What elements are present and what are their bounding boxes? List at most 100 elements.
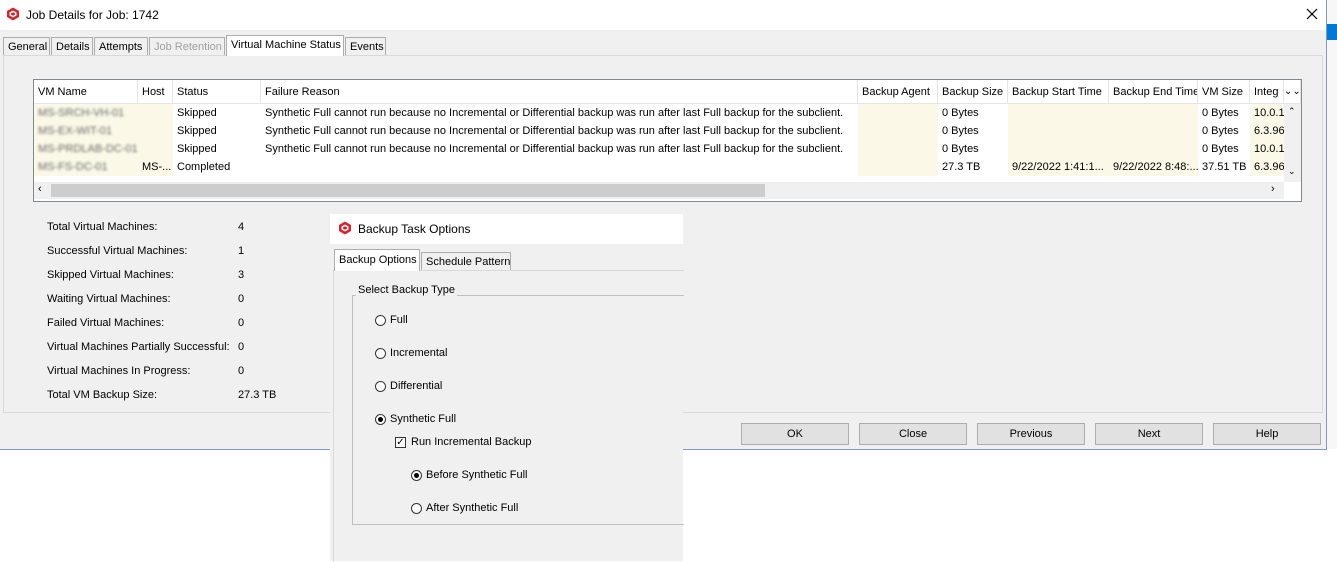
close-button[interactable]: Close xyxy=(859,423,967,445)
tab-backup-options[interactable]: Backup Options xyxy=(334,249,420,271)
scroll-left-icon[interactable]: ‹ xyxy=(38,183,42,195)
tab-label: Schedule Pattern xyxy=(426,256,511,268)
vertical-scrollbar[interactable]: ⌃ ⌄ xyxy=(1284,104,1301,182)
cell-integ: 10.0.1 xyxy=(1254,143,1284,155)
column-header-backup-end-time[interactable]: Backup End Time xyxy=(1109,80,1198,104)
column-header-status[interactable]: Status xyxy=(173,80,261,104)
cell-end-time: 9/22/2022 8:48:... xyxy=(1113,161,1198,173)
cell-backup-agent xyxy=(858,122,938,140)
cell-start-time: 9/22/2022 1:41:1... xyxy=(1012,161,1104,173)
summary-value: 3 xyxy=(238,269,245,281)
summary-value: 0 xyxy=(238,341,245,353)
cell-vm-size: 0 Bytes xyxy=(1198,122,1250,140)
table-row[interactable]: MS-EX-WIT-01 Skipped Synthetic Full cann… xyxy=(34,122,1284,140)
tab-label: Attempts xyxy=(99,41,143,53)
tab-label: Details xyxy=(56,41,90,53)
summary-label: Failed Virtual Machines: xyxy=(47,317,165,329)
summary-label: Virtual Machines Partially Successful: xyxy=(47,341,230,353)
radio-button[interactable] xyxy=(375,381,386,392)
cell-end-time xyxy=(1109,104,1198,122)
cell-backup-size: 0 Bytes xyxy=(938,104,1008,122)
checkbox-checked-icon[interactable]: ✓ xyxy=(395,437,406,448)
commvault-logo-icon xyxy=(339,221,351,235)
cell-backup-agent xyxy=(858,104,938,122)
column-header-vm-name[interactable]: VM Name xyxy=(34,80,138,104)
summary-value: 27.3 TB xyxy=(238,389,277,401)
radio-button[interactable] xyxy=(411,503,422,514)
radio-button[interactable] xyxy=(375,414,386,425)
tab-attempts[interactable]: Attempts xyxy=(94,37,148,55)
summary-value: 0 xyxy=(238,365,245,377)
cell-host xyxy=(138,104,173,122)
column-header-failure-reason[interactable]: Failure Reason xyxy=(261,80,858,104)
radio-label: Full xyxy=(390,314,408,326)
summary-value: 0 xyxy=(238,293,245,305)
column-header-backup-size[interactable]: Backup Size xyxy=(938,80,1008,104)
cell-end-time xyxy=(1109,140,1198,158)
tab-virtual-machine-status[interactable]: Virtual Machine Status xyxy=(226,35,344,56)
column-header-host[interactable]: Host xyxy=(138,80,173,104)
cell-status: Skipped xyxy=(173,122,261,140)
background-selection-edge xyxy=(1327,24,1337,40)
vm-status-table: VM Name Host Status Failure Reason Backu… xyxy=(33,79,1302,202)
cell-vm-name: MS-SRCH-VH-01 xyxy=(38,107,125,119)
table-row[interactable]: MS-SRCH-VH-01 Skipped Synthetic Full can… xyxy=(34,104,1284,122)
tab-events[interactable]: Events xyxy=(345,37,386,55)
radio-label: After Synthetic Full xyxy=(426,502,519,514)
ok-button[interactable]: OK xyxy=(741,423,849,445)
tab-label: Backup Options xyxy=(339,254,417,266)
next-button[interactable]: Next xyxy=(1095,423,1203,445)
radio-label: Synthetic Full xyxy=(390,413,457,425)
column-header-backup-agent[interactable]: Backup Agent xyxy=(858,80,938,104)
tab-job-retention: Job Retention xyxy=(149,37,225,55)
column-header-vm-size[interactable]: VM Size xyxy=(1198,80,1250,104)
close-icon xyxy=(1306,8,1318,20)
horizontal-scrollbar[interactable]: ‹ › xyxy=(34,182,1284,199)
cell-backup-size: 0 Bytes xyxy=(938,122,1008,140)
cell-end-time xyxy=(1109,122,1198,140)
table-row[interactable]: MS-PRDLAB-DC-01 Skipped Synthetic Full c… xyxy=(34,140,1284,158)
radio-button[interactable] xyxy=(411,470,422,481)
radio-label: Differential xyxy=(390,380,443,392)
tab-label: Events xyxy=(350,41,384,53)
cell-vm-size: 0 Bytes xyxy=(1198,104,1250,122)
title-bar: Job Details for Job: 1742 xyxy=(0,0,1326,30)
summary-label: Total Virtual Machines: xyxy=(47,221,158,233)
cell-vm-name: MS-FS-DC-01 xyxy=(38,161,108,173)
commvault-logo-icon xyxy=(7,7,19,21)
help-button[interactable]: Help xyxy=(1213,423,1321,445)
dialog-title: Backup Task Options xyxy=(358,222,471,236)
column-header-backup-start-time[interactable]: Backup Start Time xyxy=(1008,80,1109,104)
cell-vm-name: MS-EX-WIT-01 xyxy=(38,125,112,137)
tab-label: Virtual Machine Status xyxy=(231,39,341,51)
cell-integ: 6.3.96 xyxy=(1254,161,1284,173)
radio-button[interactable] xyxy=(375,348,386,359)
cell-failure-reason: Synthetic Full cannot run because no Inc… xyxy=(261,140,858,158)
previous-button[interactable]: Previous xyxy=(977,423,1085,445)
radio-button[interactable] xyxy=(375,315,386,326)
table-row[interactable]: MS-FS-DC-01 MS-... Completed 27.3 TB 9/2… xyxy=(34,158,1284,176)
group-label: Select Backup Type xyxy=(356,284,458,296)
summary-value: 1 xyxy=(238,245,245,257)
column-chooser-icon[interactable]: ⌄⌄ xyxy=(1284,80,1301,104)
dialog-title-bar: Backup Task Options xyxy=(330,214,683,244)
radio-label: Incremental xyxy=(390,347,448,359)
column-header-integ[interactable]: Integ xyxy=(1250,80,1284,104)
cell-start-time xyxy=(1008,140,1109,158)
summary-value: 0 xyxy=(238,317,245,329)
summary-label: Total VM Backup Size: xyxy=(47,389,158,401)
scroll-down-icon[interactable]: ⌄ xyxy=(1288,166,1296,177)
summary-label: Successful Virtual Machines: xyxy=(47,245,188,257)
tab-schedule-pattern[interactable]: Schedule Pattern xyxy=(421,252,511,270)
scroll-up-icon[interactable]: ⌃ xyxy=(1288,106,1296,117)
scrollbar-thumb[interactable] xyxy=(51,184,765,197)
close-window-button[interactable] xyxy=(1302,4,1322,24)
tab-details[interactable]: Details xyxy=(51,37,93,55)
tab-label: Job Retention xyxy=(154,41,222,53)
cell-vm-size: 37.51 TB xyxy=(1198,158,1250,176)
cell-backup-size: 0 Bytes xyxy=(938,140,1008,158)
tab-general[interactable]: General xyxy=(3,37,50,55)
cell-integ: 10.0.1 xyxy=(1254,107,1284,119)
cell-failure-reason xyxy=(261,158,858,176)
scroll-right-icon[interactable]: › xyxy=(1271,183,1275,195)
